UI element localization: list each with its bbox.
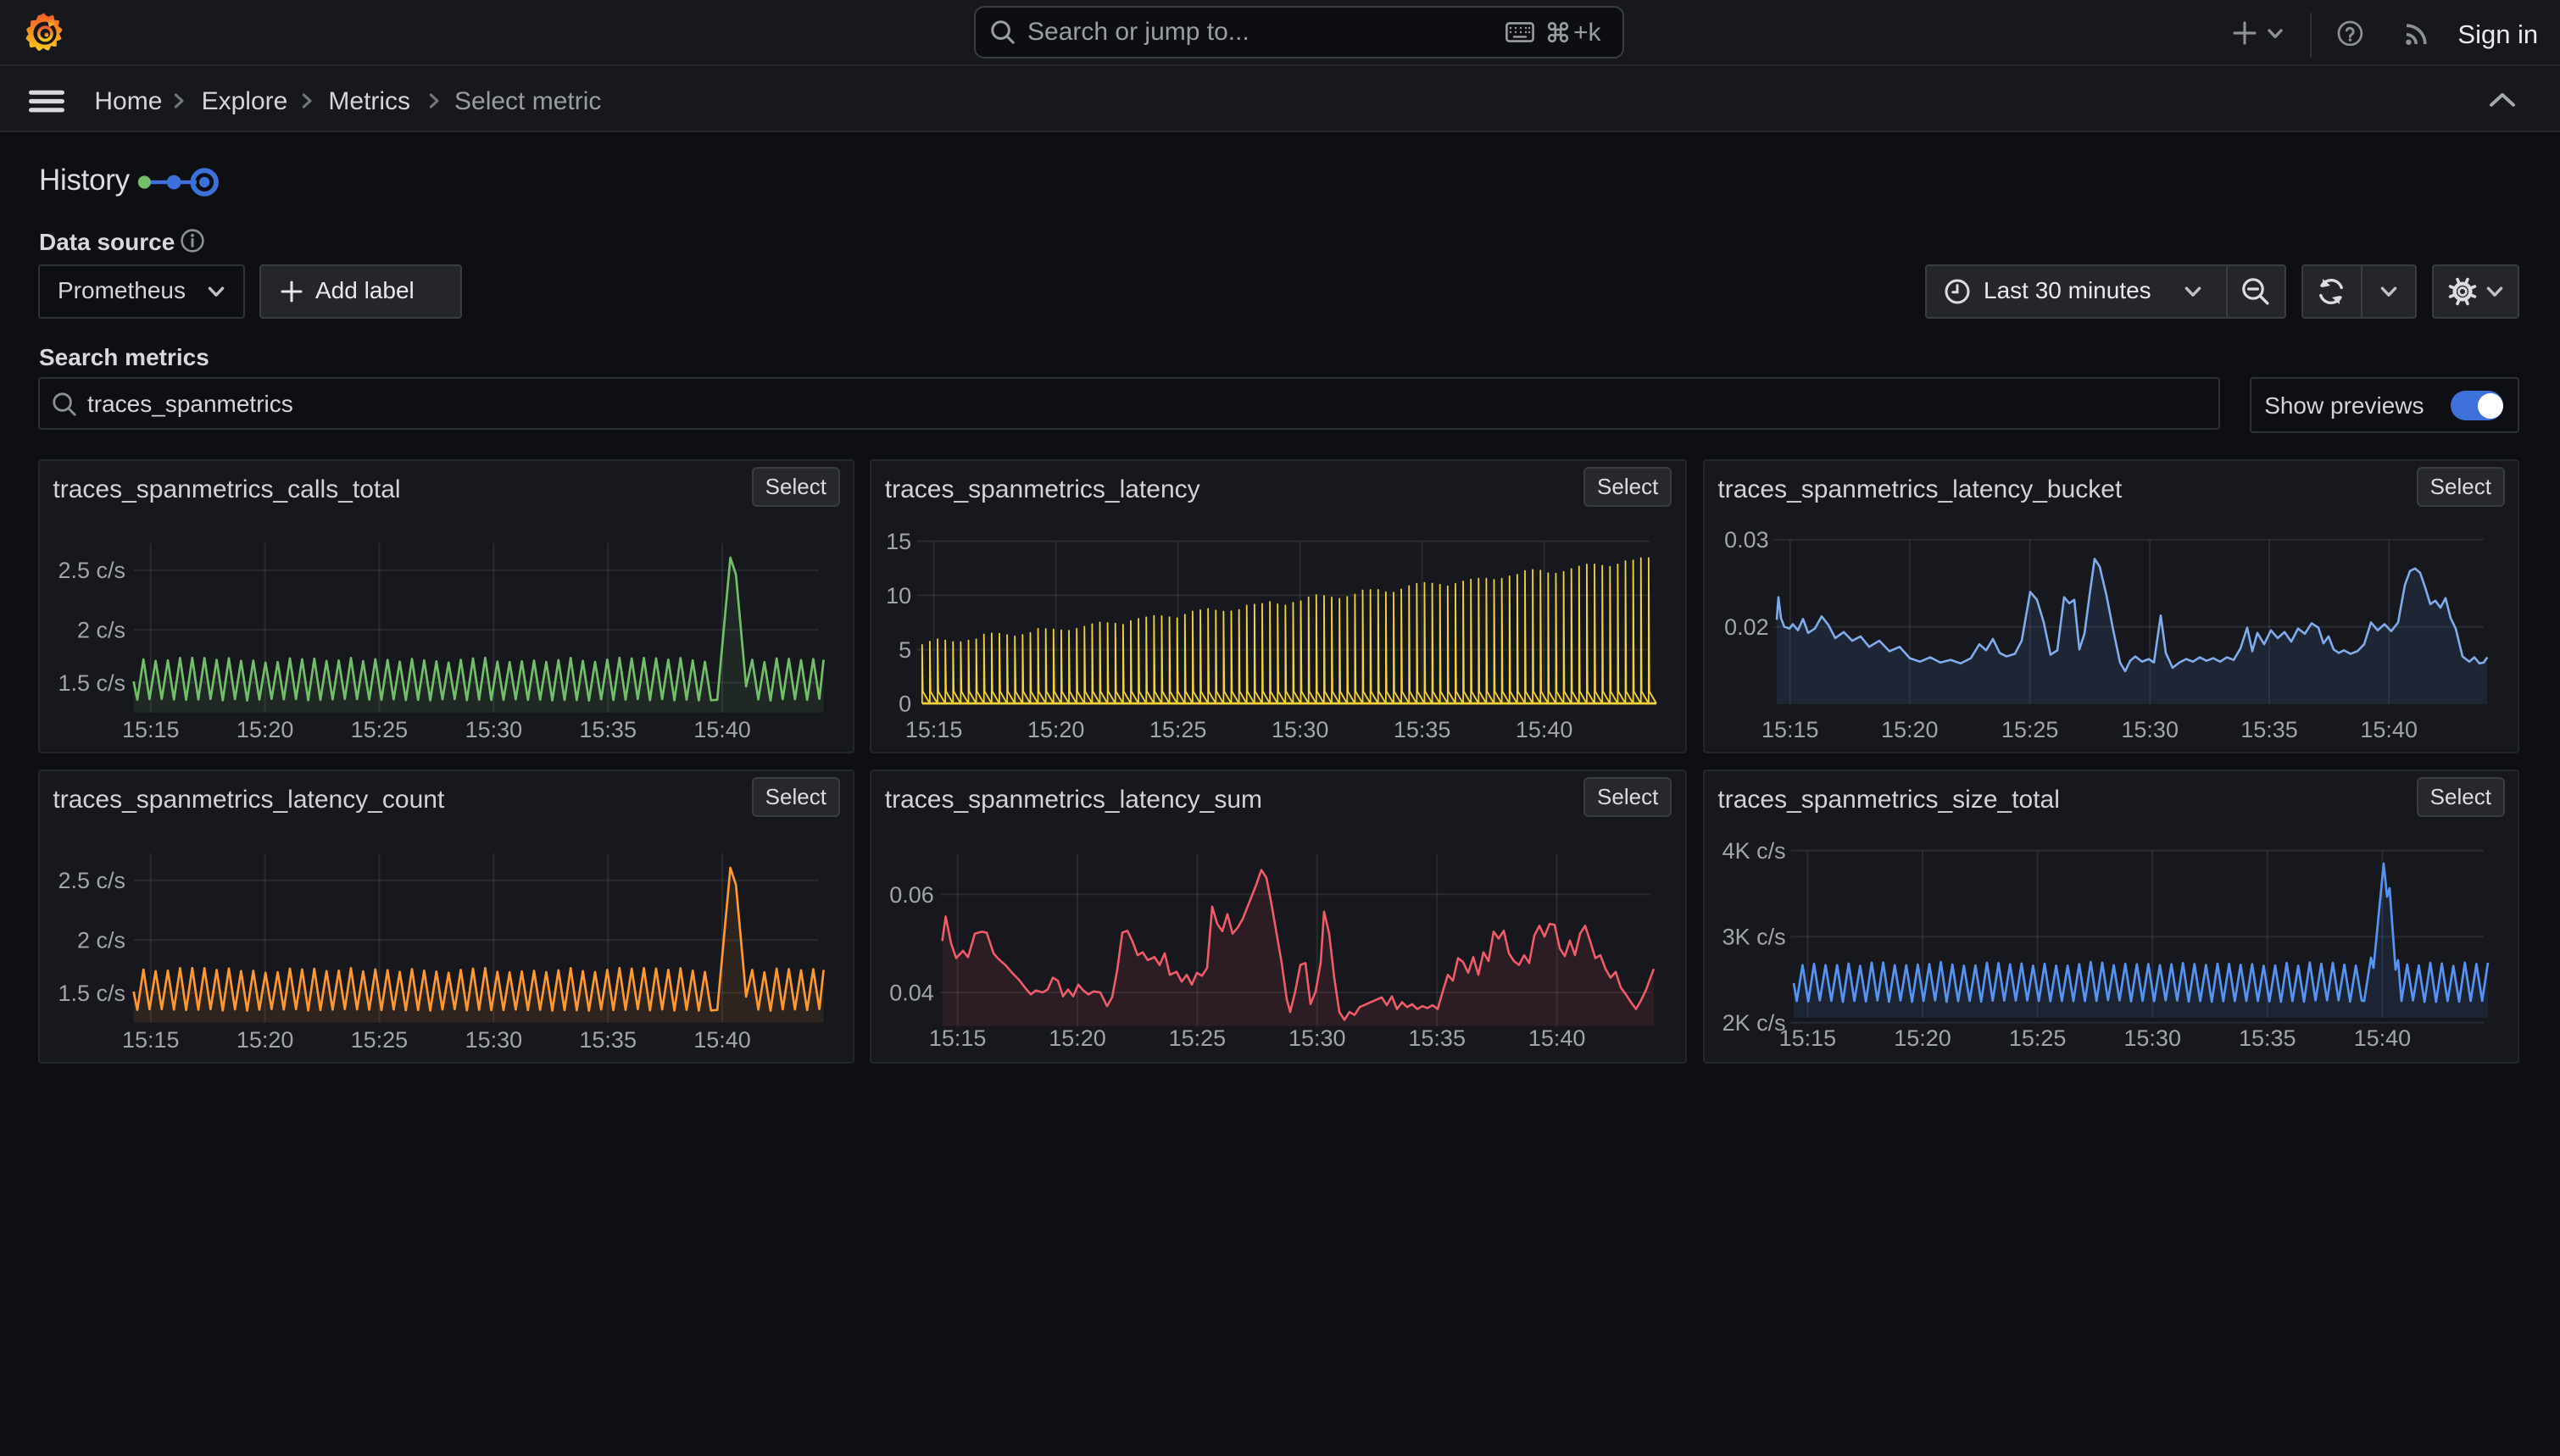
svg-text:15:30: 15:30 (2123, 1026, 2181, 1052)
svg-text:15:40: 15:40 (693, 1027, 751, 1053)
svg-text:15:15: 15:15 (1778, 1026, 1836, 1052)
svg-text:15:15: 15:15 (1761, 717, 1819, 742)
svg-text:15:30: 15:30 (465, 1027, 522, 1053)
svg-text:15:20: 15:20 (1894, 1026, 1951, 1052)
svg-text:15:30: 15:30 (465, 717, 522, 742)
svg-text:2 c/s: 2 c/s (77, 928, 125, 953)
svg-text:1.5 c/s: 1.5 c/s (58, 981, 125, 1006)
svg-text:15:35: 15:35 (579, 1027, 637, 1053)
svg-text:15:15: 15:15 (122, 1027, 180, 1053)
svg-text:15:35: 15:35 (2240, 717, 2298, 742)
svg-text:15:35: 15:35 (579, 717, 637, 742)
svg-text:0.03: 0.03 (1724, 528, 1769, 553)
svg-text:15:20: 15:20 (1049, 1026, 1106, 1052)
svg-text:15:20: 15:20 (237, 1027, 294, 1053)
svg-text:15:35: 15:35 (1394, 717, 1451, 742)
svg-text:15:40: 15:40 (2360, 717, 2418, 742)
svg-text:15:40: 15:40 (1528, 1026, 1586, 1052)
svg-text:0.02: 0.02 (1724, 614, 1769, 640)
svg-text:15:35: 15:35 (1409, 1026, 1466, 1052)
svg-text:2.5 c/s: 2.5 c/s (58, 869, 125, 894)
svg-text:15:30: 15:30 (2121, 717, 2179, 742)
svg-text:1.5 c/s: 1.5 c/s (58, 670, 125, 696)
svg-text:15:40: 15:40 (2353, 1026, 2411, 1052)
svg-text:15:25: 15:25 (2001, 717, 2059, 742)
svg-text:2 c/s: 2 c/s (77, 618, 125, 643)
svg-text:15:30: 15:30 (1272, 717, 1329, 742)
svg-text:0: 0 (899, 692, 911, 717)
svg-text:15:20: 15:20 (1027, 717, 1085, 742)
svg-text:15:20: 15:20 (1881, 717, 1939, 742)
svg-text:2K c/s: 2K c/s (1722, 1011, 1785, 1036)
svg-text:0.06: 0.06 (889, 882, 934, 908)
svg-text:15:35: 15:35 (2239, 1026, 2296, 1052)
svg-text:5: 5 (899, 637, 911, 663)
svg-text:15:25: 15:25 (350, 1027, 408, 1053)
svg-text:15:40: 15:40 (1516, 717, 1573, 742)
svg-text:15:20: 15:20 (237, 717, 294, 742)
svg-text:3K c/s: 3K c/s (1722, 925, 1785, 950)
svg-text:10: 10 (886, 583, 911, 609)
svg-text:2.5 c/s: 2.5 c/s (58, 559, 125, 584)
svg-text:0.04: 0.04 (889, 981, 934, 1006)
svg-text:15:15: 15:15 (905, 717, 963, 742)
svg-text:15:30: 15:30 (1288, 1026, 1346, 1052)
svg-text:4K c/s: 4K c/s (1722, 838, 1785, 864)
svg-text:15:25: 15:25 (1169, 1026, 1227, 1052)
svg-text:15:15: 15:15 (122, 717, 180, 742)
svg-text:15:25: 15:25 (2009, 1026, 2067, 1052)
svg-text:15:25: 15:25 (350, 717, 408, 742)
svg-text:15:15: 15:15 (929, 1026, 987, 1052)
svg-text:15:40: 15:40 (693, 717, 751, 742)
svg-text:15: 15 (886, 529, 911, 554)
svg-text:15:25: 15:25 (1149, 717, 1207, 742)
